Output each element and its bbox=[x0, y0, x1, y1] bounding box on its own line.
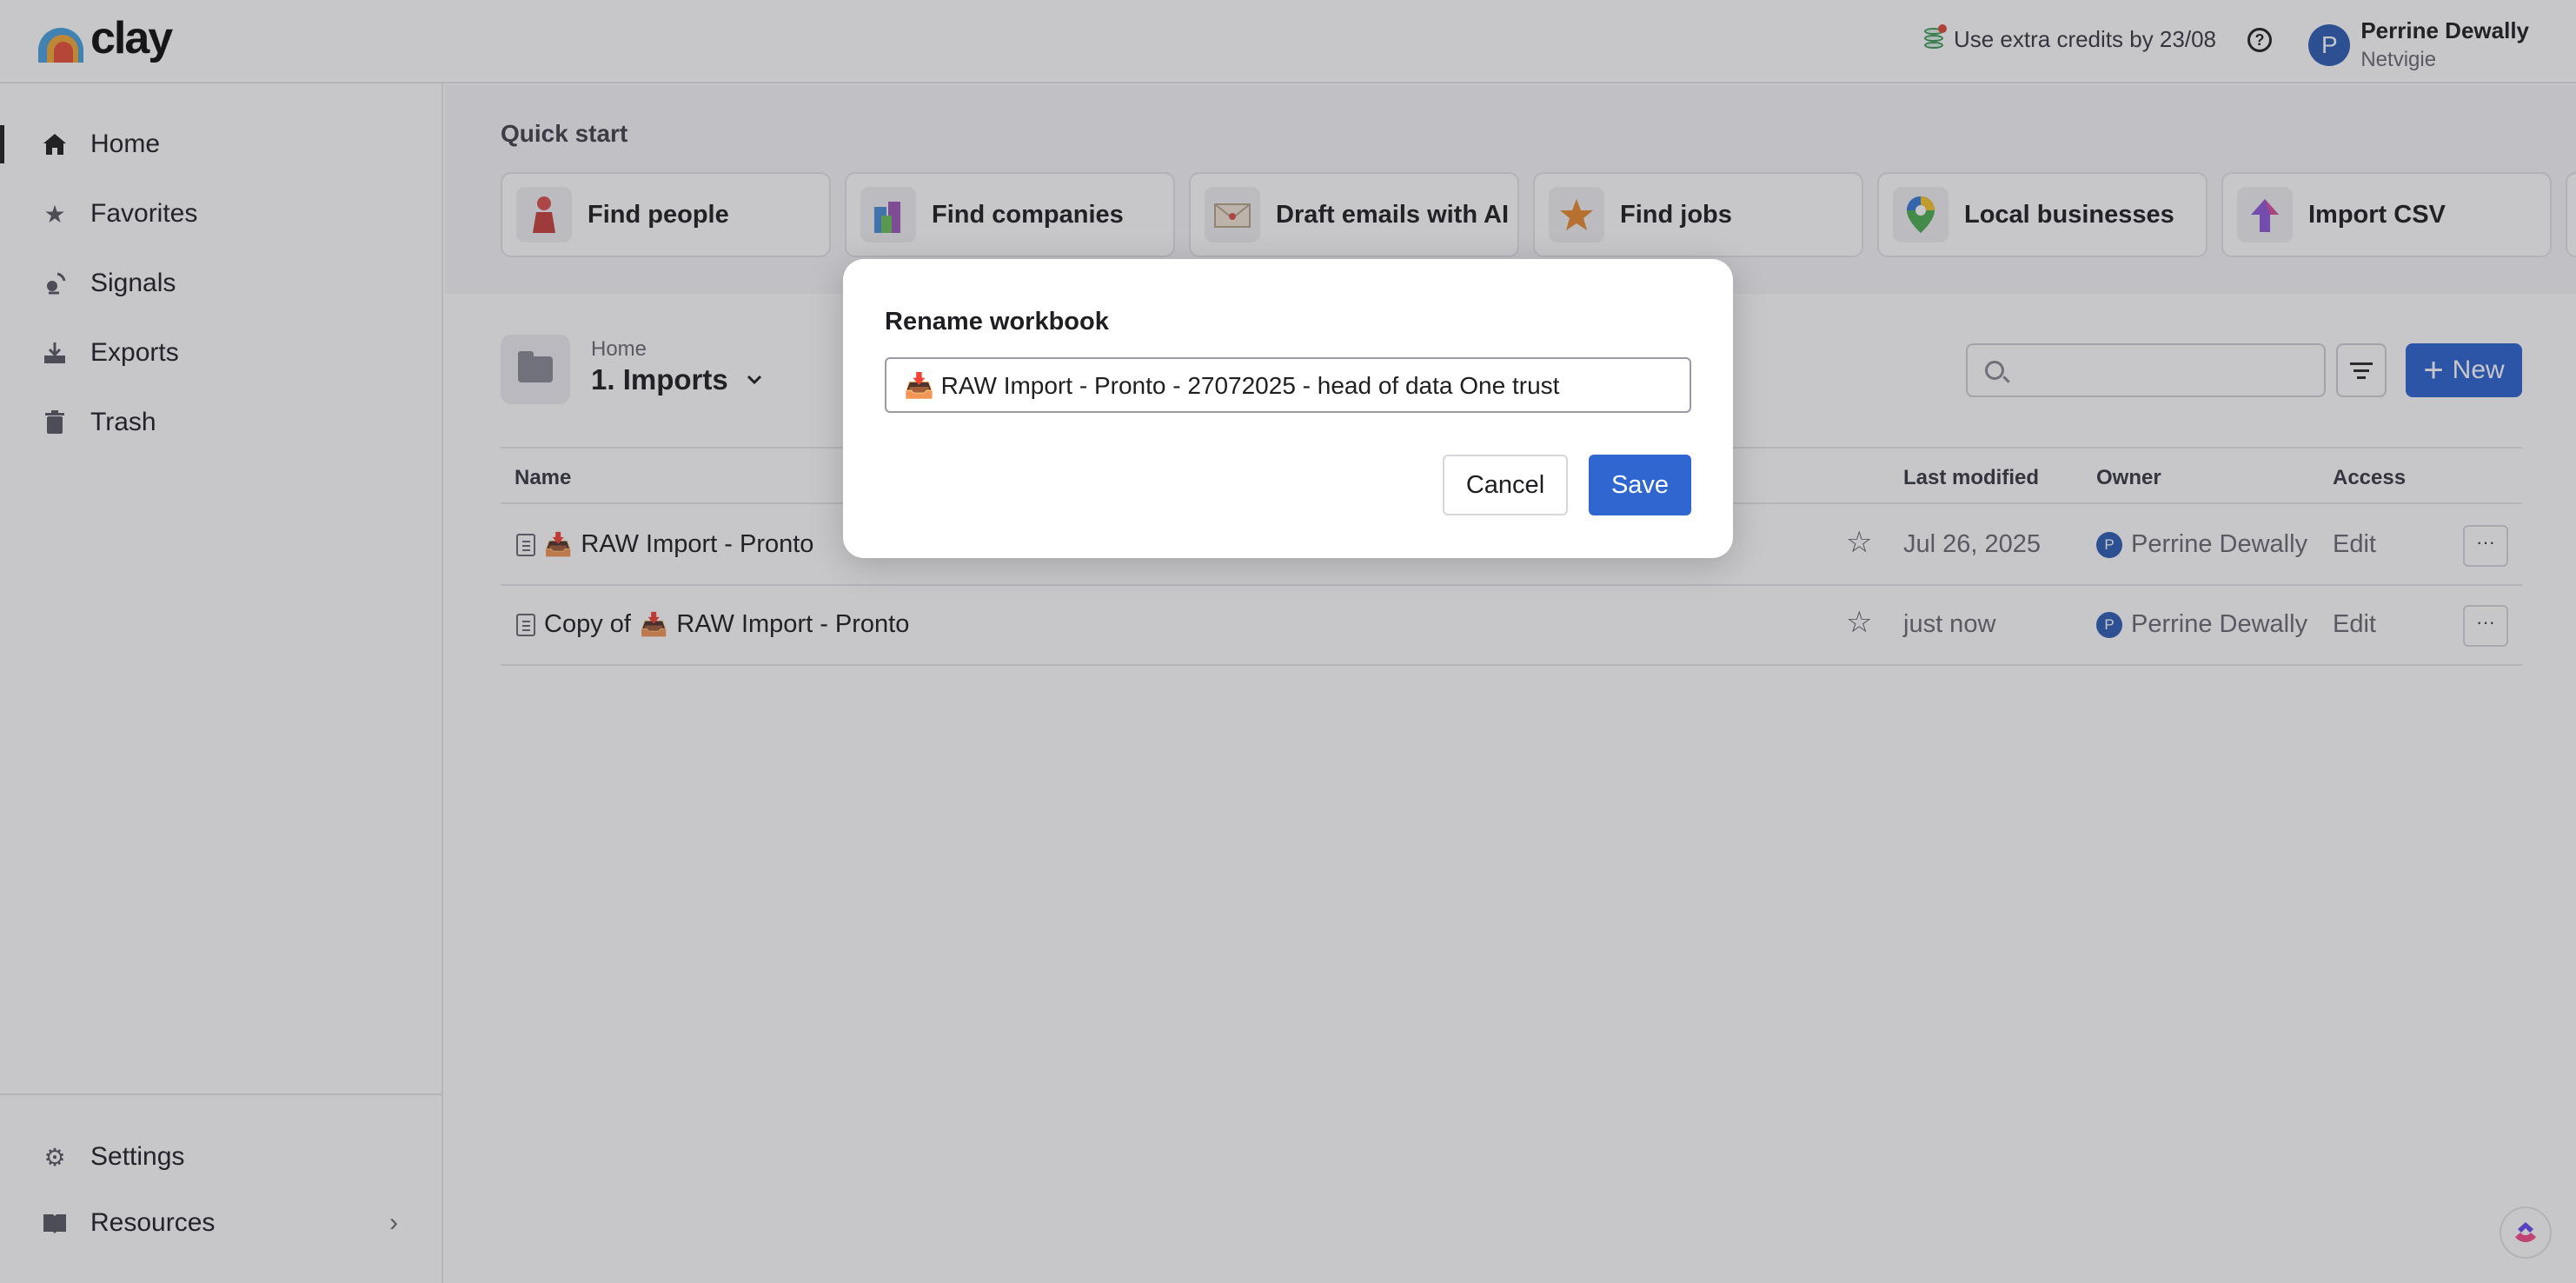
modal-overlay[interactable] bbox=[0, 0, 2576, 1283]
rename-workbook-dialog: Rename workbook Cancel Save bbox=[843, 259, 1733, 558]
dialog-title: Rename workbook bbox=[885, 308, 1109, 336]
save-button[interactable]: Save bbox=[1589, 455, 1691, 515]
cancel-button[interactable]: Cancel bbox=[1443, 455, 1568, 515]
workbook-name-input[interactable] bbox=[885, 357, 1691, 413]
